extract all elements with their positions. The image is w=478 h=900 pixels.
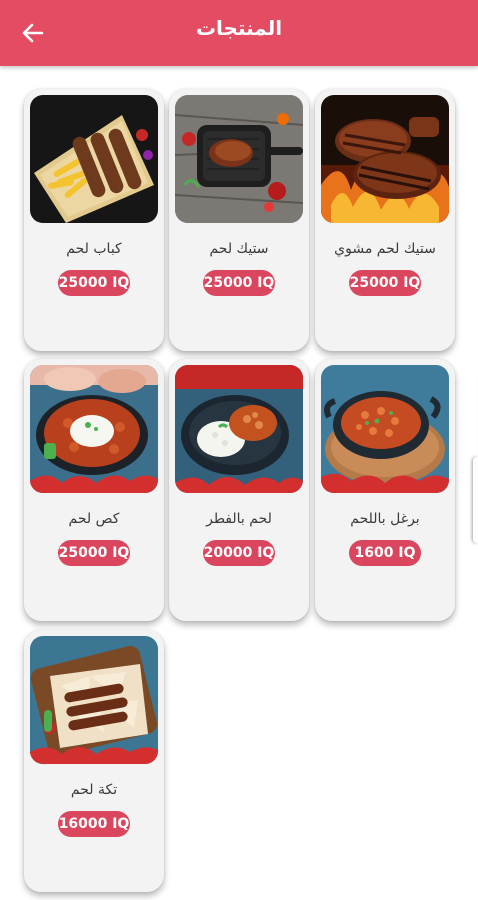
price-badge: 20000 IQ (203, 540, 275, 566)
price-badge: 1600 IQ (349, 540, 421, 566)
price-badge: 25000 IQ (203, 270, 275, 296)
price-badge: 25000 IQ (58, 540, 130, 566)
product-name: كص لحم (68, 511, 120, 527)
product-image-bulgur (321, 365, 449, 493)
product-card[interactable]: تكة لحم 16000 IQ (24, 630, 164, 892)
product-image-steak-pan (175, 95, 303, 223)
product-card[interactable]: برغل باللحم 1600 IQ (315, 359, 455, 621)
product-image-shawarma (30, 365, 158, 493)
product-name: تكة لحم (70, 782, 118, 798)
product-name: ستيك لحم (209, 241, 269, 257)
product-name: لحم بالفطر (206, 511, 272, 527)
app-bar: المنتجات (0, 0, 478, 66)
product-name: كباب لحم (66, 241, 122, 257)
product-name: ستيك لحم مشوي (334, 241, 436, 257)
product-image-grilled-steak (321, 95, 449, 223)
product-card[interactable]: كباب لحم 25000 IQ (24, 89, 164, 351)
price-badge: 16000 IQ (58, 811, 130, 837)
product-name: برغل باللحم (350, 511, 420, 527)
price-badge: 25000 IQ (349, 270, 421, 296)
edge-panel-handle[interactable] (473, 457, 478, 543)
product-card[interactable]: ستيك لحم 25000 IQ (169, 89, 309, 351)
products-grid: ستيك لحم مشوي 25000 IQ ستيك لحم 25000 IQ… (0, 89, 478, 900)
page-title: المنتجات (195, 16, 283, 40)
product-image-meat-mushroom (175, 365, 303, 493)
price-badge: 25000 IQ (58, 270, 130, 296)
product-card[interactable]: ستيك لحم مشوي 25000 IQ (315, 89, 455, 351)
product-image-tikka (30, 636, 158, 764)
product-card[interactable]: كص لحم 25000 IQ (24, 359, 164, 621)
product-image-kebab (30, 95, 158, 223)
product-card[interactable]: لحم بالفطر 20000 IQ (169, 359, 309, 621)
